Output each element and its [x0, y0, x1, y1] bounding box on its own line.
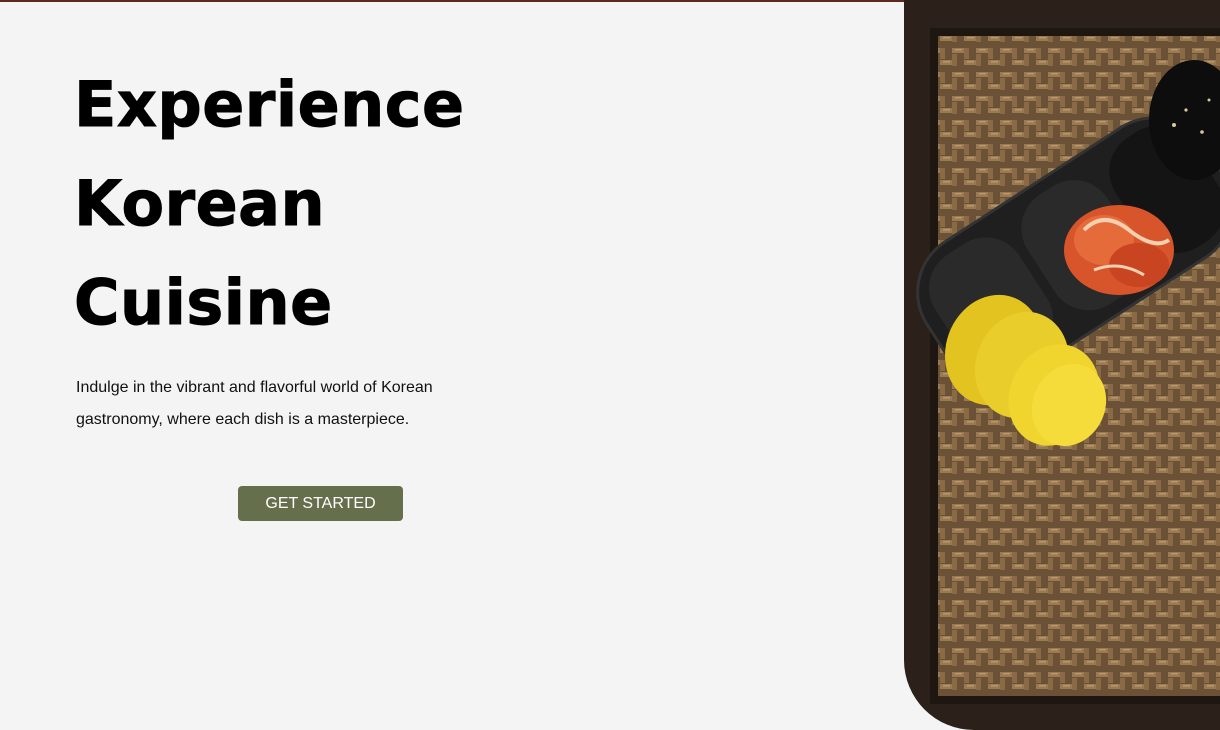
hero-description: Indulge in the vibrant and flavorful wor…: [76, 379, 433, 428]
hero-section: Experience Korean Cuisine Indulge in the…: [74, 55, 594, 436]
hero-food-image: [904, 0, 1220, 730]
get-started-button[interactable]: GET STARTED: [238, 486, 403, 521]
hero-title-line-2: Korean: [74, 167, 326, 241]
hero-title-line-3: Cuisine: [74, 266, 333, 340]
kimchi: [1064, 205, 1174, 295]
hero-title-line-1: Experience: [74, 68, 465, 142]
hero-title: Experience Korean Cuisine: [74, 55, 594, 352]
